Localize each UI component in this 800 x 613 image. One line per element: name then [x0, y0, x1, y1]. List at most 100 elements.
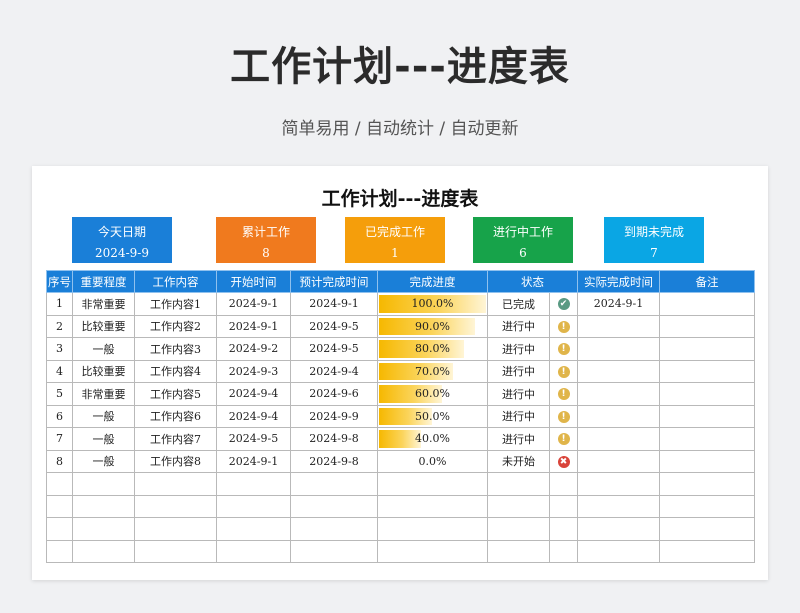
empty-cell[interactable] [134, 494, 217, 518]
empty-cell[interactable] [377, 517, 488, 541]
cell-start[interactable]: 2024-9-1 [216, 314, 291, 338]
cell-progress[interactable]: 90.0% [377, 314, 488, 338]
cell-no[interactable]: 8 [46, 449, 73, 473]
cell-priority[interactable]: 非常重要 [72, 382, 135, 406]
cell-actual[interactable] [577, 427, 660, 451]
cell-progress[interactable]: 100.0% [377, 292, 488, 316]
empty-cell[interactable] [216, 494, 291, 518]
cell-priority[interactable]: 比较重要 [72, 359, 135, 383]
cell-due[interactable]: 2024-9-1 [290, 292, 378, 316]
cell-no[interactable]: 2 [46, 314, 73, 338]
cell-status[interactable]: 进行中 [487, 359, 550, 383]
empty-cell[interactable] [216, 539, 291, 563]
cell-actual[interactable] [577, 382, 660, 406]
cell-note[interactable] [659, 382, 755, 406]
column-header-due[interactable]: 预计完成时间 [290, 270, 378, 293]
cell-status[interactable]: 未开始 [487, 449, 550, 473]
cell-priority[interactable]: 比较重要 [72, 314, 135, 338]
cell-progress[interactable]: 60.0% [377, 382, 488, 406]
cell-no[interactable]: 5 [46, 382, 73, 406]
cell-progress[interactable]: 0.0% [377, 449, 488, 473]
empty-cell[interactable] [216, 517, 291, 541]
cell-note[interactable] [659, 449, 755, 473]
empty-cell[interactable] [290, 472, 378, 496]
cell-note[interactable] [659, 337, 755, 361]
cell-status-icon[interactable]: ! [549, 382, 578, 406]
cell-actual[interactable] [577, 359, 660, 383]
cell-due[interactable]: 2024-9-5 [290, 337, 378, 361]
cell-note[interactable] [659, 427, 755, 451]
empty-cell[interactable] [487, 472, 550, 496]
empty-cell[interactable] [72, 494, 135, 518]
cell-progress[interactable]: 50.0% [377, 404, 488, 428]
cell-no[interactable]: 3 [46, 337, 73, 361]
empty-cell[interactable] [577, 472, 660, 496]
cell-priority[interactable]: 一般 [72, 449, 135, 473]
cell-note[interactable] [659, 404, 755, 428]
cell-status[interactable]: 进行中 [487, 404, 550, 428]
empty-cell[interactable] [487, 494, 550, 518]
cell-start[interactable]: 2024-9-5 [216, 427, 291, 451]
empty-cell[interactable] [46, 539, 73, 563]
empty-cell[interactable] [487, 539, 550, 563]
cell-progress[interactable]: 40.0% [377, 427, 488, 451]
cell-priority[interactable]: 非常重要 [72, 292, 135, 316]
cell-start[interactable]: 2024-9-1 [216, 449, 291, 473]
empty-cell[interactable] [377, 539, 488, 563]
column-header-start[interactable]: 开始时间 [216, 270, 291, 293]
cell-actual[interactable] [577, 314, 660, 338]
cell-task[interactable]: 工作内容4 [134, 359, 217, 383]
cell-start[interactable]: 2024-9-4 [216, 404, 291, 428]
cell-priority[interactable]: 一般 [72, 337, 135, 361]
cell-actual[interactable] [577, 337, 660, 361]
empty-cell[interactable] [549, 472, 578, 496]
cell-due[interactable]: 2024-9-8 [290, 427, 378, 451]
empty-cell[interactable] [46, 472, 73, 496]
cell-no[interactable]: 1 [46, 292, 73, 316]
empty-cell[interactable] [290, 494, 378, 518]
column-header-task[interactable]: 工作内容 [134, 270, 217, 293]
cell-task[interactable]: 工作内容3 [134, 337, 217, 361]
column-header-status[interactable]: 状态 [487, 270, 578, 293]
empty-cell[interactable] [290, 517, 378, 541]
cell-note[interactable] [659, 314, 755, 338]
empty-cell[interactable] [549, 517, 578, 541]
empty-cell[interactable] [549, 539, 578, 563]
empty-cell[interactable] [659, 472, 755, 496]
cell-progress[interactable]: 70.0% [377, 359, 488, 383]
cell-status-icon[interactable]: ✖ [549, 449, 578, 473]
empty-cell[interactable] [659, 539, 755, 563]
cell-start[interactable]: 2024-9-4 [216, 382, 291, 406]
cell-status[interactable]: 进行中 [487, 337, 550, 361]
column-header-actual[interactable]: 实际完成时间 [577, 270, 660, 293]
column-header-progress[interactable]: 完成进度 [377, 270, 488, 293]
empty-cell[interactable] [377, 494, 488, 518]
cell-priority[interactable]: 一般 [72, 404, 135, 428]
cell-status[interactable]: 进行中 [487, 427, 550, 451]
cell-start[interactable]: 2024-9-2 [216, 337, 291, 361]
cell-status[interactable]: 进行中 [487, 382, 550, 406]
cell-status-icon[interactable]: ! [549, 314, 578, 338]
cell-note[interactable] [659, 292, 755, 316]
empty-cell[interactable] [134, 539, 217, 563]
cell-no[interactable]: 7 [46, 427, 73, 451]
cell-status-icon[interactable]: ✔ [549, 292, 578, 316]
cell-task[interactable]: 工作内容7 [134, 427, 217, 451]
cell-due[interactable]: 2024-9-9 [290, 404, 378, 428]
cell-priority[interactable]: 一般 [72, 427, 135, 451]
empty-cell[interactable] [72, 517, 135, 541]
cell-actual[interactable]: 2024-9-1 [577, 292, 660, 316]
cell-note[interactable] [659, 359, 755, 383]
empty-cell[interactable] [549, 494, 578, 518]
empty-cell[interactable] [46, 494, 73, 518]
cell-progress[interactable]: 80.0% [377, 337, 488, 361]
empty-cell[interactable] [134, 472, 217, 496]
column-header-no[interactable]: 序号 [46, 270, 73, 293]
cell-status[interactable]: 进行中 [487, 314, 550, 338]
cell-actual[interactable] [577, 404, 660, 428]
cell-task[interactable]: 工作内容8 [134, 449, 217, 473]
empty-cell[interactable] [577, 517, 660, 541]
cell-due[interactable]: 2024-9-6 [290, 382, 378, 406]
empty-cell[interactable] [46, 517, 73, 541]
cell-task[interactable]: 工作内容2 [134, 314, 217, 338]
